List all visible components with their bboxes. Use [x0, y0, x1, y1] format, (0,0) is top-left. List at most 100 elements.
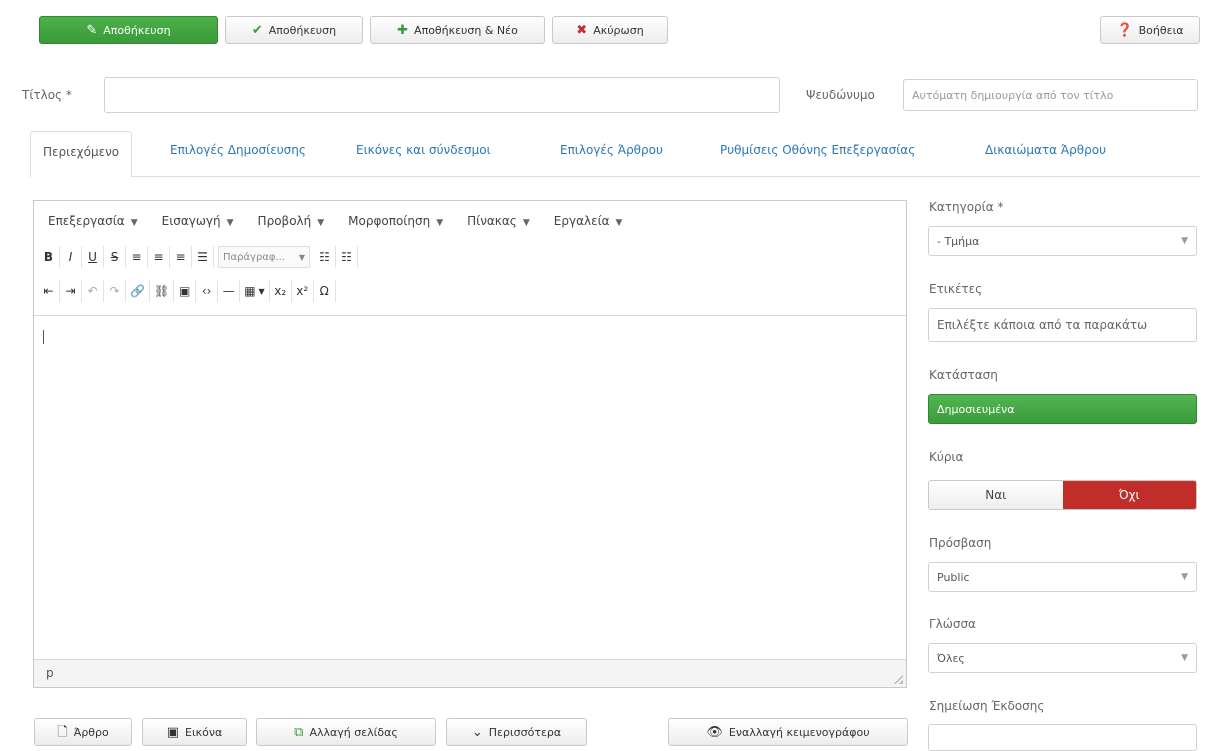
text-cursor	[43, 330, 44, 344]
caret-down-icon: ▼	[436, 218, 444, 228]
save-close-label: Αποθήκευση	[268, 23, 337, 37]
tab-publishing[interactable]: Επιλογές Δημοσίευσης	[170, 143, 306, 157]
version-note-label: Σημείωση Έκδοσης	[929, 699, 1045, 713]
title-input[interactable]	[104, 77, 780, 113]
access-select[interactable]: Public ▼	[928, 562, 1197, 592]
tab-bar: Περιεχόμενο Επιλογές Δημοσίευσης Εικόνες…	[30, 131, 1200, 178]
bold-icon[interactable]: B	[38, 246, 60, 268]
caret-down-icon: ▼	[1181, 572, 1188, 582]
tab-permissions[interactable]: Δικαιώματα Άρθρου	[985, 143, 1106, 157]
article-button-label: Άρθρο	[73, 725, 109, 739]
cancel-button[interactable]: ✖ Ακύρωση	[552, 16, 668, 44]
save-button[interactable]: ✎ Αποθήκευση	[39, 16, 218, 44]
menu-format[interactable]: Μορφοποίηση ▼	[348, 214, 443, 228]
readmore-button[interactable]: ⌄ Περισσότερα	[446, 718, 587, 746]
language-select[interactable]: Όλες ▼	[928, 643, 1197, 673]
strikethrough-icon[interactable]: S	[104, 246, 126, 268]
help-button[interactable]: ❓ Βοήθεια	[1100, 16, 1200, 44]
access-label: Πρόσβαση	[929, 536, 992, 550]
category-select[interactable]: - Τμήμα ▼	[928, 226, 1197, 256]
horizontal-rule-icon[interactable]: —	[218, 280, 241, 302]
status-select[interactable]: Δημοσιευμένα	[928, 394, 1197, 424]
question-icon: ❓	[1116, 22, 1133, 38]
menu-insert[interactable]: Εισαγωγή ▼	[162, 214, 234, 228]
title-label: Τίτλος *	[22, 88, 72, 102]
align-left-icon[interactable]: ≡	[126, 246, 148, 268]
category-label: Κατηγορία *	[929, 200, 1004, 214]
alias-input[interactable]: Αυτόματη δημιουργία από τον τίτλο	[903, 79, 1198, 111]
editor-toolbar-row-2: ⇤ ⇥ ↶ ↷ 🔗 ⛓ ▣ ‹› — ▦ ▼ x₂ x² Ω	[38, 279, 336, 303]
readmore-button-label: Περισσότερα	[488, 725, 562, 739]
save-new-button[interactable]: ✚ Αποθήκευση & Νέο	[370, 16, 545, 44]
check-icon: ✔	[251, 22, 263, 38]
align-justify-icon[interactable]: ☰	[192, 246, 214, 268]
cancel-label: Ακύρωση	[593, 23, 644, 37]
superscript-icon[interactable]: x²	[292, 280, 314, 302]
eye-icon: 👁	[706, 724, 723, 740]
element-path[interactable]: p	[46, 666, 54, 680]
caret-down-icon: ▼	[615, 218, 623, 228]
italic-icon[interactable]: I	[60, 246, 82, 268]
caret-down-icon: ▼	[317, 218, 325, 228]
alias-label: Ψευδώνυμο	[806, 88, 875, 102]
undo-icon[interactable]: ↶	[82, 280, 104, 302]
chevron-down-icon: ⌄	[471, 724, 483, 740]
editor-menubar: Επεξεργασία ▼ Εισαγωγή ▼ Προβολή ▼ Μορφοποί…	[34, 201, 906, 241]
editor-content-area[interactable]	[34, 315, 906, 661]
caret-down-icon: ▼	[298, 252, 305, 262]
image-icon[interactable]: ▣	[174, 280, 197, 302]
pagebreak-button[interactable]: ⧉ Αλλαγή σελίδας	[256, 718, 436, 746]
special-char-icon[interactable]: Ω	[314, 280, 336, 302]
language-label: Γλώσσα	[929, 617, 976, 631]
featured-yes-button[interactable]: Ναι	[929, 481, 1063, 509]
table-icon[interactable]: ▦ ▼	[240, 280, 270, 302]
menu-edit[interactable]: Επεξεργασία ▼	[48, 214, 138, 228]
menu-table[interactable]: Πίνακας ▼	[467, 214, 530, 228]
tags-label: Ετικέτες	[929, 282, 983, 296]
menu-view[interactable]: Προβολή ▼	[258, 214, 325, 228]
indent-icon[interactable]: ⇥	[60, 280, 82, 302]
featured-toggle: Ναι Όχι	[928, 480, 1197, 510]
menu-tools[interactable]: Εργαλεία ▼	[554, 214, 623, 228]
tab-editing-layout[interactable]: Ρυθμίσεις Οθόνης Επεξεργασίας	[720, 143, 915, 157]
article-button[interactable]: 🗋 Άρθρο	[34, 718, 132, 746]
editor-toolbar-row-1: B I U S ≡ ≡ ≡ ☰ Παράγραφ... ▼ ☷ ☷	[38, 245, 358, 269]
tags-input[interactable]: Επιλέξτε κάποια από τα παρακάτω	[928, 308, 1197, 342]
picture-icon: ▣	[166, 724, 179, 740]
rich-text-editor: Επεξεργασία ▼ Εισαγωγή ▼ Προβολή ▼ Μορφοποί…	[33, 200, 907, 688]
tab-content[interactable]: Περιεχόμενο	[30, 131, 133, 178]
outdent-icon[interactable]: ⇤	[38, 280, 60, 302]
plus-icon: ✚	[397, 22, 409, 38]
image-button-label: Εικόνα	[185, 725, 223, 739]
edit-icon: ✎	[86, 22, 98, 38]
tab-article-options[interactable]: Επιλογές Άρθρου	[560, 143, 663, 157]
featured-label: Κύρια	[929, 450, 964, 464]
align-center-icon[interactable]: ≡	[148, 246, 170, 268]
featured-no-button[interactable]: Όχι	[1062, 481, 1196, 509]
version-note-input[interactable]	[928, 724, 1197, 751]
file-add-icon: 🗋	[57, 724, 68, 740]
save-close-button[interactable]: ✔ Αποθήκευση	[225, 16, 363, 44]
format-select[interactable]: Παράγραφ... ▼	[218, 246, 310, 268]
image-button[interactable]: ▣ Εικόνα	[142, 718, 247, 746]
align-right-icon[interactable]: ≡	[170, 246, 192, 268]
bullet-list-icon[interactable]: ☷	[314, 246, 336, 268]
tab-images-links[interactable]: Εικόνες και σύνδεσμοι	[356, 143, 491, 157]
toggle-editor-button[interactable]: 👁 Εναλλαγή κειμενογράφου	[668, 718, 908, 746]
editor-statusbar: p	[34, 659, 906, 687]
caret-down-icon: ▼	[130, 218, 138, 228]
status-label: Κατάσταση	[929, 368, 998, 382]
numbered-list-icon[interactable]: ☷	[336, 246, 358, 268]
subscript-icon[interactable]: x₂	[270, 280, 292, 302]
redo-icon[interactable]: ↷	[104, 280, 126, 302]
toggle-editor-label: Εναλλαγή κειμενογράφου	[728, 725, 870, 739]
caret-down-icon: ▼	[1181, 236, 1188, 246]
save-new-label: Αποθήκευση & Νέο	[414, 23, 518, 37]
help-label: Βοήθεια	[1138, 23, 1184, 37]
caret-down-icon: ▼	[258, 286, 265, 296]
link-icon[interactable]: 🔗	[126, 280, 150, 302]
code-icon[interactable]: ‹›	[196, 280, 219, 302]
resize-handle-icon[interactable]	[893, 674, 903, 684]
unlink-icon[interactable]: ⛓	[150, 280, 175, 302]
underline-icon[interactable]: U	[82, 246, 104, 268]
